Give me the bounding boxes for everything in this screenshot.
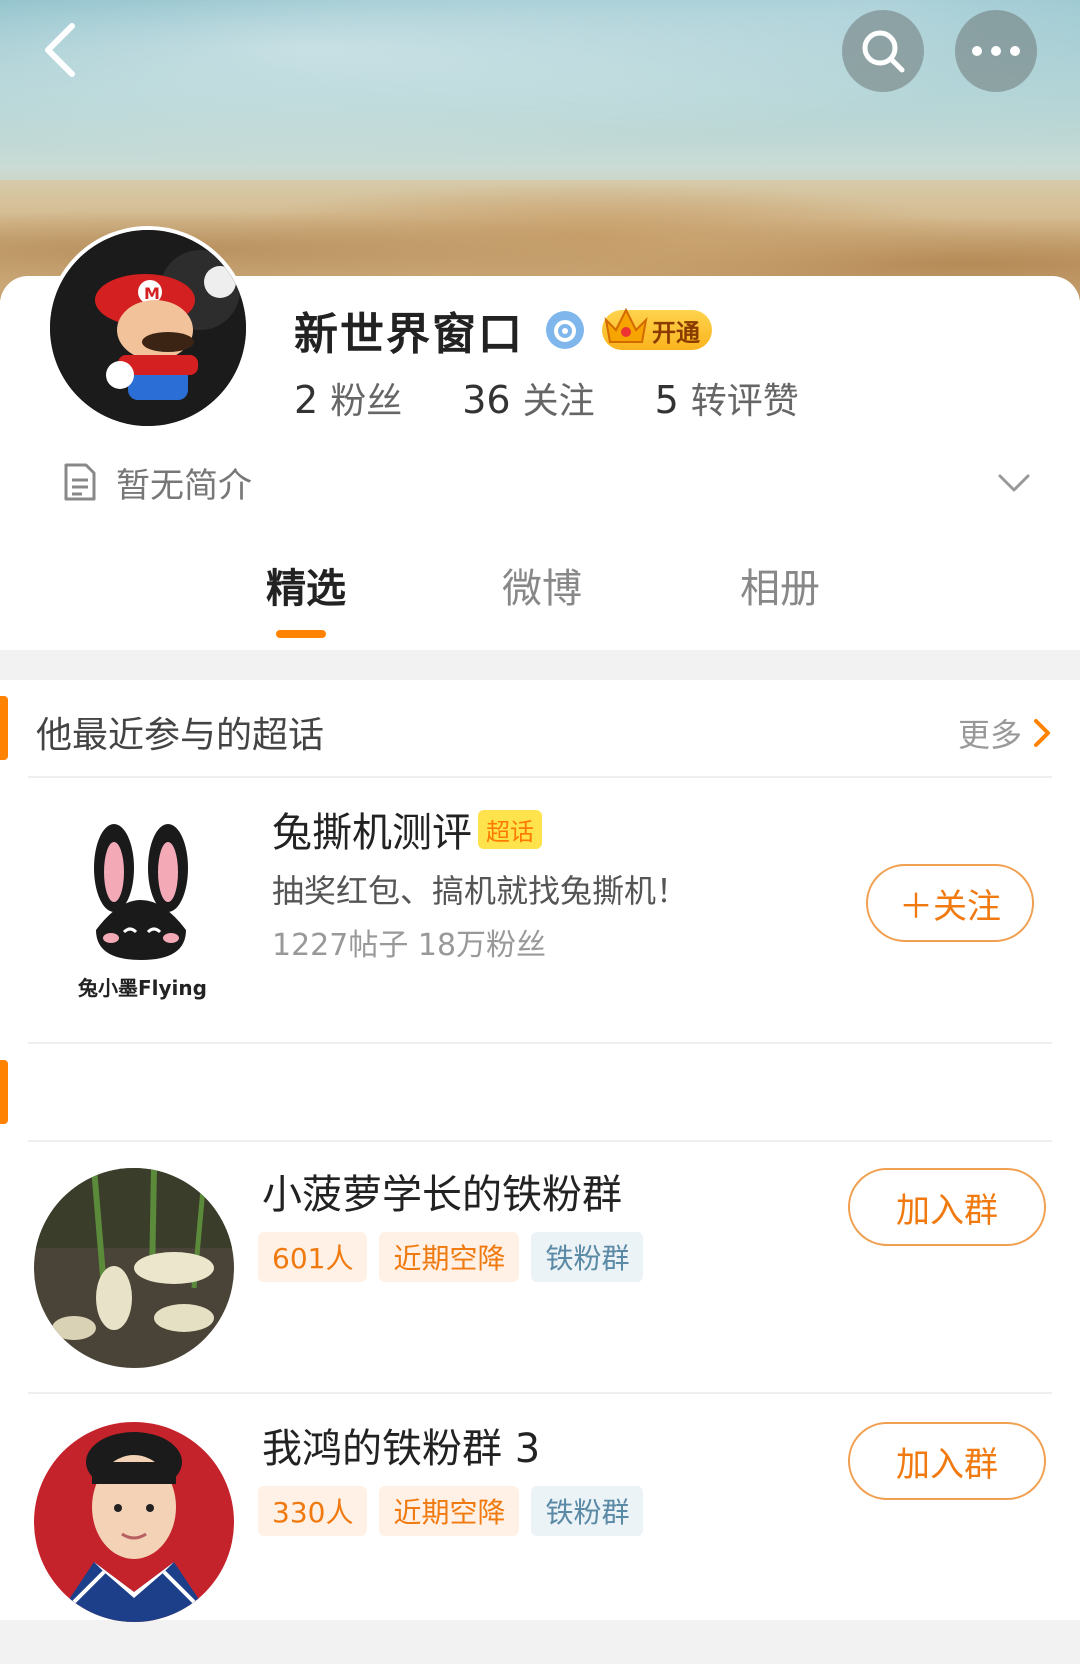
section-accent-bar xyxy=(0,696,8,760)
interactions-label: 转评赞 xyxy=(690,381,799,422)
stat-following[interactable]: 36 关注 xyxy=(462,372,594,424)
tab-featured[interactable]: 精选 xyxy=(266,556,346,614)
join-label: 加入群 xyxy=(896,1444,998,1485)
super-topic-tag: 超话 xyxy=(478,809,542,849)
topic-meta: 1227帖子 18万粉丝 xyxy=(272,928,547,963)
group-avatar[interactable] xyxy=(34,1422,234,1622)
chevron-left-icon xyxy=(45,23,75,77)
type-chip: 铁粉群 xyxy=(531,1232,644,1282)
name-row: 新世界窗口 开通 xyxy=(294,300,712,360)
followers-count: 2 xyxy=(294,378,319,422)
follow-label: ＋关注 xyxy=(899,886,1001,927)
document-icon xyxy=(64,463,96,501)
type-chip: 铁粉群 xyxy=(531,1486,644,1536)
more-label: 更多 xyxy=(957,716,1022,754)
group-chips: 601人 近期空降 铁粉群 xyxy=(258,1232,644,1282)
join-label: 加入群 xyxy=(896,1190,998,1231)
group-name[interactable]: 我鸿的铁粉群 3 xyxy=(262,1416,540,1474)
crown-icon xyxy=(604,307,648,343)
group-chips: 330人 近期空降 铁粉群 xyxy=(258,1486,644,1536)
stat-followers[interactable]: 2 粉丝 xyxy=(294,372,402,424)
following-count: 36 xyxy=(462,378,511,422)
vip-label: 开通 xyxy=(652,318,700,347)
stats-row: 2 粉丝 36 关注 5 转评赞 xyxy=(294,372,799,424)
search-button[interactable] xyxy=(842,10,924,92)
tab-indicator xyxy=(276,630,326,638)
boy-portrait-image xyxy=(34,1422,234,1622)
topic-name: 兔撕机测评 xyxy=(272,810,472,856)
following-label: 关注 xyxy=(522,381,595,422)
group-avatar[interactable] xyxy=(34,1168,234,1368)
member-count-chip: 330人 xyxy=(258,1486,368,1536)
stat-interactions[interactable]: 5 转评赞 xyxy=(655,372,799,424)
followers-label: 粉丝 xyxy=(330,381,403,422)
topic-description: 抽奖红包、搞机就找兔撕机！ xyxy=(272,872,689,910)
recent-chip: 近期空降 xyxy=(379,1232,520,1282)
section-title: 他最近参与的超话 xyxy=(36,715,325,756)
section-accent-bar xyxy=(0,1060,8,1124)
group-name[interactable]: 小菠萝学长的铁粉群 xyxy=(262,1162,622,1220)
garlic-photo-image xyxy=(34,1168,234,1368)
chevron-down-icon[interactable] xyxy=(996,462,1032,502)
more-button[interactable] xyxy=(955,10,1037,92)
join-group-button[interactable]: 加入群 xyxy=(848,1168,1046,1246)
bio-row[interactable]: 暂无简介 xyxy=(62,456,1042,508)
interactions-count: 5 xyxy=(654,378,679,422)
divider xyxy=(28,1140,1052,1142)
avatar[interactable]: M xyxy=(46,226,250,430)
divider xyxy=(28,776,1052,778)
divider xyxy=(28,1392,1052,1394)
bio-text: 暂无简介 xyxy=(116,465,252,506)
recent-chip: 近期空降 xyxy=(379,1486,520,1536)
super-topics-section: 他最近参与的超话 更多 兔小墨Flying 兔撕机测评 超话 抽奖红包、搞机就找… xyxy=(0,680,1080,1044)
back-button[interactable] xyxy=(30,20,90,80)
username: 新世界窗口 xyxy=(294,309,524,360)
vip-open-badge[interactable]: 开通 xyxy=(602,307,712,350)
profile-tabs: 精选 微博 相册 xyxy=(0,556,1080,650)
topic-name-row[interactable]: 兔撕机测评 超话 xyxy=(272,800,542,858)
more-link[interactable]: 更多 xyxy=(958,710,1052,756)
profile-page: M 新世界窗口 开通 2 粉丝 36 关注 5 转评赞 暂无简介 精选 微博 相… xyxy=(0,0,1080,1664)
fan-groups-section: 小菠萝学长的铁粉群 601人 近期空降 铁粉群 加入群 我鸿的铁粉群 3 330… xyxy=(0,1044,1080,1622)
verified-icon xyxy=(546,311,584,349)
join-group-button[interactable]: 加入群 xyxy=(848,1422,1046,1500)
member-count-chip: 601人 xyxy=(258,1232,368,1282)
tab-weibo[interactable]: 微博 xyxy=(502,556,582,614)
chevron-right-icon xyxy=(1034,719,1050,747)
tab-album[interactable]: 相册 xyxy=(740,556,820,614)
follow-topic-button[interactable]: ＋关注 xyxy=(866,864,1034,942)
mario-avatar-image: M xyxy=(50,230,246,426)
more-dots-icon xyxy=(972,46,1020,56)
topic-logo-caption: 兔小墨Flying xyxy=(78,976,207,1000)
search-icon xyxy=(862,30,905,73)
